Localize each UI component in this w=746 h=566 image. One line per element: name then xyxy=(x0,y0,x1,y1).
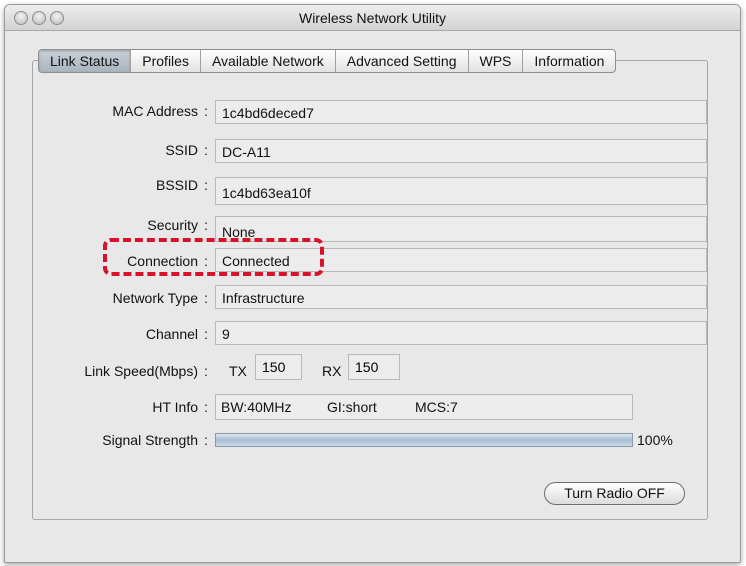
rx-value: 150 xyxy=(348,354,400,380)
window-title: Wireless Network Utility xyxy=(298,10,446,26)
signal-strength-percent: 100% xyxy=(637,432,673,448)
tx-value: 150 xyxy=(255,354,302,380)
ht-gi-value: GI:short xyxy=(327,399,377,415)
ssid-value: DC-A11 xyxy=(215,139,707,163)
security-colon: : xyxy=(204,217,208,233)
tab-bar: Link Status Profiles Available Network A… xyxy=(38,49,617,73)
ssid-label: SSID xyxy=(165,142,198,158)
network-type-label: Network Type xyxy=(112,290,198,306)
signal-strength-bar xyxy=(215,433,633,447)
link-speed-label: Link Speed(Mbps) xyxy=(84,363,198,379)
security-label: Security xyxy=(147,217,198,233)
tab-wps[interactable]: WPS xyxy=(467,50,523,72)
mac-address-value: 1c4bd6deced7 xyxy=(215,100,707,124)
mac-address-label: MAC Address xyxy=(112,103,198,119)
network-type-colon: : xyxy=(204,290,208,306)
signal-strength-fill xyxy=(216,434,632,446)
link-speed-colon: : xyxy=(204,363,208,379)
turn-radio-off-button[interactable]: Turn Radio OFF xyxy=(544,482,685,505)
mac-address-colon: : xyxy=(204,103,208,119)
ht-mcs-value: MCS:7 xyxy=(415,399,458,415)
bssid-value: 1c4bd63ea10f xyxy=(215,177,707,205)
ht-info-colon: : xyxy=(204,399,208,415)
title-bar: Wireless Network Utility xyxy=(5,5,740,31)
tab-profiles[interactable]: Profiles xyxy=(130,50,200,72)
ht-bw-value: BW:40MHz xyxy=(221,399,292,415)
rx-label: RX xyxy=(322,363,342,379)
ssid-colon: : xyxy=(204,142,208,158)
signal-strength-colon: : xyxy=(204,432,208,448)
tab-advanced-setting[interactable]: Advanced Setting xyxy=(334,50,468,72)
network-type-value: Infrastructure xyxy=(215,285,707,309)
bssid-colon: : xyxy=(204,177,208,193)
tab-available-network[interactable]: Available Network xyxy=(199,50,335,72)
bssid-label: BSSID xyxy=(155,177,198,193)
tx-label: TX xyxy=(229,363,247,379)
channel-label: Channel xyxy=(145,326,198,342)
connection-highlight-annotation xyxy=(103,238,324,276)
tab-link-status[interactable]: Link Status xyxy=(39,50,131,72)
channel-colon: : xyxy=(204,326,208,342)
ht-info-label: HT Info xyxy=(152,399,198,415)
channel-value: 9 xyxy=(215,321,707,345)
signal-strength-label: Signal Strength xyxy=(102,432,198,448)
tab-information[interactable]: Information xyxy=(522,50,615,72)
